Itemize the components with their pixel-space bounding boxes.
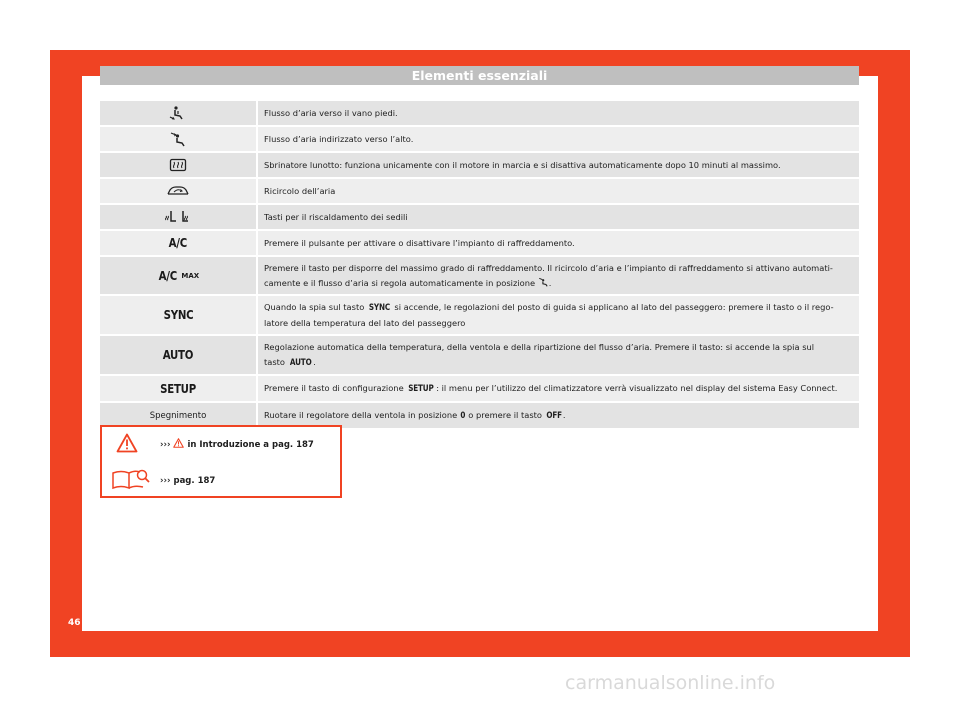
seat-heating-icon <box>165 211 188 222</box>
row-description-text: : il menu per l’utilizzo del climatizzat… <box>436 383 838 393</box>
ac-button-label: A/C <box>168 236 188 250</box>
row-description: Premere il tasto per disporre del massim… <box>258 257 859 294</box>
row-description-line: Regolazione automatica della temperatura… <box>264 342 815 352</box>
airflow-feet-icon <box>169 106 183 120</box>
row-description: Quando la spia sul tasto SYNC si accende… <box>258 296 859 334</box>
row-description: Ricircolo dell’aria <box>258 179 859 203</box>
warning-reference-line: ››› in Introduzione a pag. 187 <box>160 438 314 450</box>
symbol-cell <box>100 101 256 125</box>
setup-inline-label: SETUP <box>408 384 435 394</box>
manual-reference-line: ››› pag. 187 <box>160 476 215 486</box>
row-description: Sbrinatore lunotto: funziona unicamente … <box>258 153 859 177</box>
table-row: Flusso d’aria verso il vano piedi. <box>100 101 859 125</box>
off-label: Spegnimento <box>149 410 207 421</box>
table-row: Tasti per il riscaldamento dei sedili <box>100 205 859 229</box>
row-description-text: si accende, le regolazioni del posto di … <box>394 302 834 312</box>
row-description: Flusso d’aria indirizzato verso l’alto. <box>258 127 859 151</box>
symbol-cell <box>100 127 256 151</box>
table-row: Flusso d’aria indirizzato verso l’alto. <box>100 127 859 151</box>
symbol-cell <box>100 153 256 177</box>
max-label: MAX <box>181 271 200 280</box>
off-inline-label: OFF <box>545 411 562 421</box>
symbol-cell: AUTO <box>100 336 256 374</box>
row-description: Tasti per il riscaldamento dei sedili <box>258 205 859 229</box>
reference-arrows: ››› <box>160 440 171 450</box>
row-description-line: Premere il tasto per disporre del massim… <box>264 263 833 273</box>
warning-triangle-icon <box>173 438 185 448</box>
row-description: Premere il pulsante per attivare o disat… <box>258 231 859 255</box>
row-description: Regolazione automatica della temperatura… <box>258 336 859 374</box>
zero-inline-label: 0 <box>460 411 466 421</box>
row-description: Flusso d’aria verso il vano piedi. <box>258 101 859 125</box>
airflow-up-icon <box>170 132 185 147</box>
air-recirculation-icon <box>167 186 189 195</box>
auto-button-label: AUTO <box>162 348 194 362</box>
warning-triangle-icon <box>116 433 138 453</box>
punctuation: . <box>313 357 316 367</box>
table-row: A/C Premere il pulsante per attivare o d… <box>100 231 859 255</box>
manual-reference-link[interactable]: pag. 187 <box>173 476 215 486</box>
symbol-cell: A/C <box>100 231 256 255</box>
row-description: Premere il tasto di configurazione SETUP… <box>258 376 859 401</box>
symbol-cell: SYNC <box>100 296 256 334</box>
row-description: Ruotare il regolatore della ventola in p… <box>258 403 859 428</box>
table-row: A/C MAX Premere il tasto per disporre de… <box>100 257 859 294</box>
symbol-cell <box>100 179 256 203</box>
row-description-line: camente e il flusso d’aria si regola aut… <box>264 278 536 288</box>
table-row: AUTO Regolazione automatica della temper… <box>100 336 859 374</box>
ac-max-button-label: A/C <box>158 268 177 283</box>
row-description-text: Premere il tasto di configurazione <box>264 383 404 393</box>
sync-button-label: SYNC <box>163 308 193 322</box>
table-row: SETUP Premere il tasto di configurazione… <box>100 376 859 401</box>
row-description-text: Quando la spia sul tasto <box>264 302 365 312</box>
symbol-cell: SETUP <box>100 376 256 401</box>
reference-arrows: ››› <box>160 476 171 486</box>
reference-box: ››› in Introduzione a pag. 187 ››› pag. … <box>100 425 342 498</box>
controls-table: Flusso d’aria verso il vano piedi. Fluss… <box>100 101 859 430</box>
symbol-cell <box>100 205 256 229</box>
row-description-text: Ruotare il regolatore della ventola in p… <box>264 410 458 420</box>
setup-button-label: SETUP <box>160 381 196 396</box>
page-number: 46 <box>68 618 81 628</box>
table-row: Ricircolo dell’aria <box>100 179 859 203</box>
manual-read-icon <box>112 469 150 490</box>
row-description-text: o premere il tasto <box>468 410 542 420</box>
sync-inline-label: SYNC <box>368 303 390 313</box>
warning-reference-link[interactable]: in Introduzione a pag. 187 <box>187 440 313 450</box>
row-description-line: latore della temperatura del lato del pa… <box>264 318 466 328</box>
watermark: carmanualsonline.info <box>565 672 776 694</box>
table-row: SYNC Quando la spia sul tasto SYNC si ac… <box>100 296 859 334</box>
airflow-up-icon <box>538 277 548 287</box>
row-description-text: tasto <box>264 357 285 367</box>
symbol-cell: A/C MAX <box>100 257 256 294</box>
punctuation: . <box>562 410 566 420</box>
punctuation: . <box>548 278 552 288</box>
section-title: Elementi essenziali <box>100 66 859 85</box>
table-row: Sbrinatore lunotto: funziona unicamente … <box>100 153 859 177</box>
auto-inline-label: AUTO <box>289 358 312 368</box>
rear-defrost-icon <box>169 158 187 172</box>
